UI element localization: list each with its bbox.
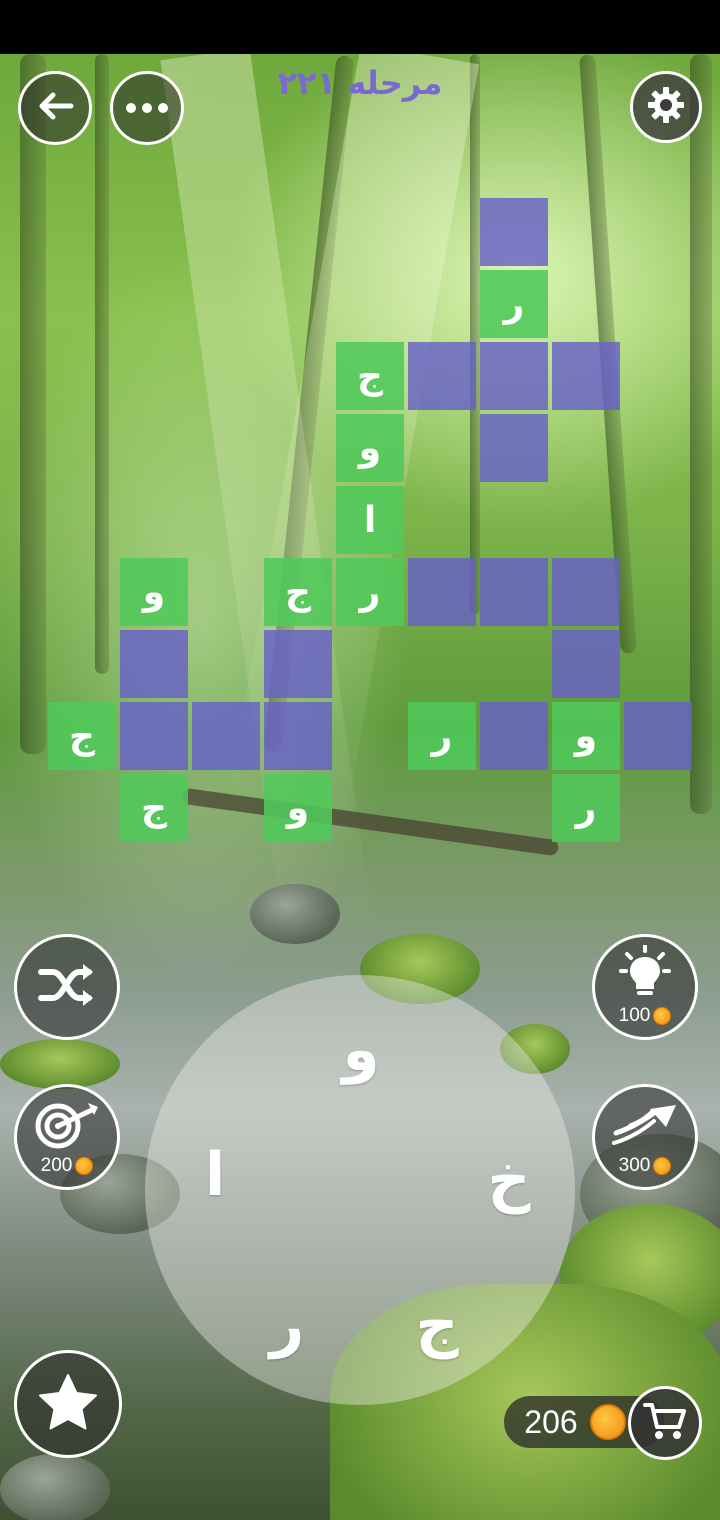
hint-cost: 100 bbox=[595, 1005, 695, 1027]
shuffle-icon bbox=[37, 960, 97, 1014]
back-button[interactable] bbox=[18, 71, 92, 145]
star-icon bbox=[37, 1372, 99, 1436]
coin-icon bbox=[653, 1007, 672, 1025]
grid-cell: ج bbox=[120, 774, 188, 842]
grid-cell bbox=[120, 630, 188, 698]
rocket-cost: 300 bbox=[595, 1155, 695, 1177]
grid-cell: ج bbox=[264, 558, 332, 626]
cart-icon bbox=[643, 1401, 687, 1445]
hint-button[interactable]: 100 bbox=[592, 934, 698, 1040]
target-button[interactable]: 200 bbox=[14, 1084, 120, 1190]
grid-cell bbox=[480, 342, 548, 410]
coin-icon bbox=[75, 1157, 94, 1175]
grid-cell: و bbox=[552, 702, 620, 770]
grid-cell bbox=[552, 342, 620, 410]
more-icon bbox=[125, 99, 169, 118]
grid-cell bbox=[264, 702, 332, 770]
status-bar bbox=[0, 0, 720, 54]
grid-cell bbox=[480, 198, 548, 266]
favorites-button[interactable] bbox=[14, 1350, 122, 1458]
rocket-button[interactable]: 300 bbox=[592, 1084, 698, 1190]
rocket-icon bbox=[610, 1101, 680, 1151]
grid-cell: و bbox=[120, 558, 188, 626]
back-arrow-icon bbox=[35, 90, 75, 126]
grid-cell: ج bbox=[48, 702, 116, 770]
wheel-letter[interactable]: ج bbox=[402, 1290, 472, 1360]
grid-cell bbox=[480, 414, 548, 482]
grid-cell bbox=[192, 702, 260, 770]
level-title: مرحله ۲۲۱ bbox=[277, 64, 443, 102]
grid-cell: ر bbox=[552, 774, 620, 842]
wheel-letter[interactable]: خ bbox=[474, 1145, 544, 1215]
more-button[interactable] bbox=[110, 71, 184, 145]
grid-cell bbox=[408, 342, 476, 410]
grid-cell: ا bbox=[336, 486, 404, 554]
grid-cell: ج bbox=[336, 342, 404, 410]
grid-cell bbox=[264, 630, 332, 698]
settings-button[interactable] bbox=[630, 71, 702, 143]
grid-cell: ر bbox=[480, 270, 548, 338]
grid-cell bbox=[624, 702, 692, 770]
grid-cell: ر bbox=[336, 558, 404, 626]
grid-cell bbox=[408, 558, 476, 626]
target-cost: 200 bbox=[17, 1155, 117, 1177]
coin-icon bbox=[653, 1157, 672, 1175]
coin-icon bbox=[590, 1404, 626, 1440]
wheel-letter[interactable]: ا bbox=[180, 1140, 250, 1210]
grid-cell bbox=[552, 558, 620, 626]
grid-cell bbox=[480, 558, 548, 626]
grid-cell bbox=[480, 702, 548, 770]
grid-cell bbox=[120, 702, 188, 770]
grid-cell: و bbox=[264, 774, 332, 842]
grid-cell: و bbox=[336, 414, 404, 482]
wheel-letter[interactable]: ر bbox=[252, 1290, 322, 1360]
lightbulb-icon bbox=[613, 944, 677, 1005]
shuffle-button[interactable] bbox=[14, 934, 120, 1040]
shop-button[interactable] bbox=[628, 1386, 702, 1460]
gear-icon bbox=[646, 85, 686, 129]
coin-count: 206 bbox=[524, 1404, 578, 1440]
grid-cell: ر bbox=[408, 702, 476, 770]
target-icon bbox=[32, 1101, 102, 1155]
grid-cell bbox=[552, 630, 620, 698]
wheel-letter[interactable]: و bbox=[326, 1015, 396, 1085]
